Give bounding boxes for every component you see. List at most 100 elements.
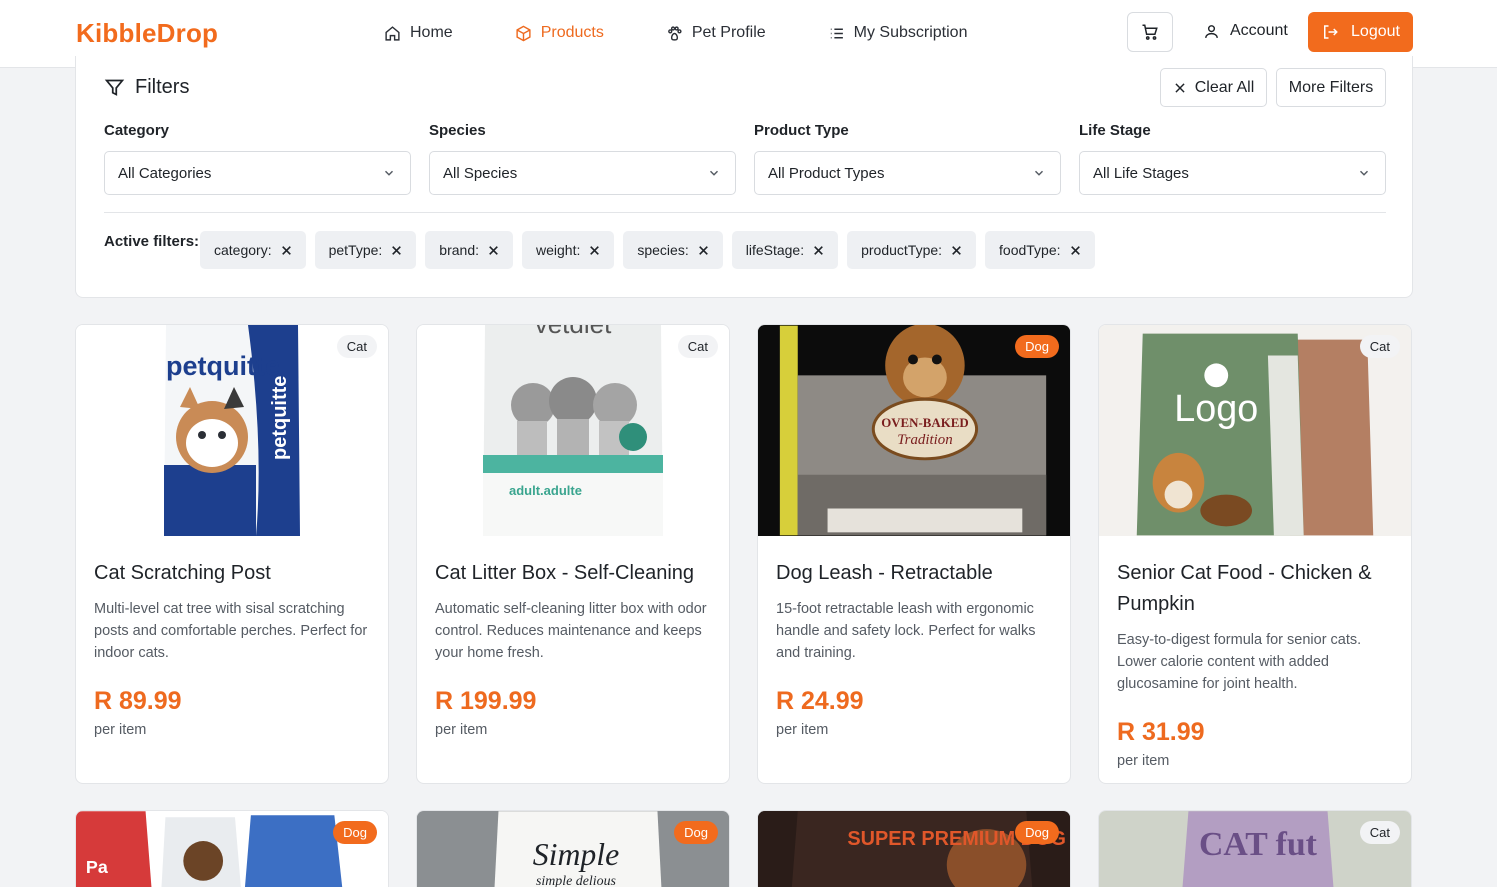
filter-chip[interactable]: productType: [847,231,977,269]
product-title[interactable]: Cat Scratching Post [94,558,370,589]
product-description: 15-foot retractable leash with ergonomic… [776,601,1036,661]
product-image[interactable]: Cat vetdiet adult.adulte [417,325,729,536]
product-card[interactable]: Dog Simple simple delious [416,810,730,887]
logout-label: Logout [1351,23,1400,40]
species-badge: Dog [1015,335,1059,358]
product-image-text: Pa [86,857,109,877]
product-card[interactable]: Dog OVEN-BAKED Tradition Dog Leash - Ret… [757,324,1071,784]
chip-label: weight: [536,242,581,258]
remove-chip-icon[interactable] [1069,244,1082,257]
nav-home[interactable]: Home [384,24,453,42]
product-image-text: OVEN-BAKED [881,415,968,430]
species-value: All Species [443,164,518,182]
logout-icon [1324,25,1338,39]
product-card[interactable]: Cat CAT fut [1098,810,1412,887]
chip-label: lifeStage: [745,242,805,258]
account-label: Account [1230,22,1288,39]
species-label: Species [429,122,486,139]
product-image[interactable]: Cat Logo [1099,325,1411,536]
product-bag-image: Logo [1099,325,1411,536]
nav-products[interactable]: Products [515,24,604,42]
product-image[interactable]: Cat petquitte petquitte [76,325,388,536]
filter-chip[interactable]: petType: [314,231,417,269]
nav-subscription-label: My Subscription [853,24,968,41]
nav-pet-profile[interactable]: Pet Profile [666,24,766,42]
life-stage-select[interactable]: All Life Stages [1079,151,1386,195]
remove-chip-icon[interactable] [487,244,500,257]
cart-button[interactable] [1127,12,1173,52]
product-card[interactable]: Dog SUPER PREMIUM DOG FOOD [757,810,1071,887]
product-image[interactable]: Cat CAT fut [1099,811,1411,887]
product-image[interactable]: Dog Simple simple delious [417,811,729,887]
remove-chip-icon[interactable] [812,244,825,257]
filter-chip[interactable]: species: [623,231,723,269]
category-label: Category [104,122,170,139]
list-icon [830,28,843,38]
nav-home-label: Home [410,24,453,41]
remove-chip-icon[interactable] [588,244,601,257]
product-image-text: CAT fut [1199,826,1318,863]
product-image[interactable]: Dog OVEN-BAKED Tradition [758,325,1070,536]
more-filters-label: More Filters [1288,78,1374,96]
product-description: Automatic self-cleaning litter box with … [435,601,707,661]
category-value: All Categories [118,164,212,182]
price-unit: per item [94,722,147,738]
price-unit: per item [435,722,488,738]
product-type-select[interactable]: All Product Types [754,151,1061,195]
home-icon [385,25,400,41]
product-title[interactable]: Senior Cat Food - Chicken & Pumpkin [1117,558,1393,620]
filter-chip[interactable]: brand: [425,231,513,269]
product-card[interactable]: Cat vetdiet adult.adulte Cat Litter Box … [416,324,730,784]
filter-chip[interactable]: lifeStage: [731,231,839,269]
logout-button[interactable]: Logout [1308,12,1413,52]
close-icon [1175,82,1185,93]
product-image-text: vetdiet [535,325,612,339]
account-link[interactable]: Account [1203,22,1288,40]
remove-chip-icon[interactable] [280,244,293,257]
product-description: Easy-to-digest formula for senior cats. … [1117,632,1362,692]
product-description: Multi-level cat tree with sisal scratchi… [94,601,368,661]
filter-chip[interactable]: category: [200,231,306,269]
more-filters-button[interactable]: More Filters [1276,68,1386,107]
chip-label: petType: [328,242,383,258]
filter-chip[interactable]: foodType: [985,231,1095,269]
product-image-text-sub: simple delious [536,874,616,887]
remove-chip-icon[interactable] [390,244,403,257]
product-image-text-sub: Tradition [897,432,952,448]
brand-logo[interactable]: KibbleDrop [76,18,218,49]
clear-all-button[interactable]: Clear All [1160,68,1267,107]
active-filters-label: Active filters: [104,233,200,250]
package-icon [516,25,531,41]
category-select[interactable]: All Categories [104,151,411,195]
product-price: R 199.99 [435,687,537,715]
remove-chip-icon[interactable] [697,244,710,257]
chevron-down-icon [1034,170,1044,176]
chip-label: species: [637,242,689,258]
product-price: R 31.99 [1117,718,1205,746]
nav-pet-profile-label: Pet Profile [691,24,766,41]
product-image[interactable]: Dog SUPER PREMIUM DOG FOOD [758,811,1070,887]
species-select[interactable]: All Species [429,151,736,195]
nav-subscription[interactable]: My Subscription [828,24,968,42]
product-card[interactable]: Cat Logo Senior Cat Food - Chicken & Pum… [1098,324,1412,784]
product-type-value: All Product Types [768,164,885,182]
species-badge: Cat [336,335,377,358]
chevron-down-icon [709,170,719,176]
filter-chip[interactable]: weight: [522,231,615,269]
product-image-text-side: petquitte [269,376,291,460]
filters-divider [104,212,1386,213]
product-title[interactable]: Cat Litter Box - Self-Cleaning [435,558,711,589]
filters-panel: Filters Clear All More Filters Category … [75,56,1413,298]
chevron-down-icon [1359,170,1369,176]
product-image-text-sub: adult.adulte [509,483,582,498]
product-card[interactable]: Cat petquitte petquitte Cat Scratching P… [75,324,389,784]
active-filter-chips: category: petType: brand: weight: specie… [200,231,1095,269]
chip-label: productType: [861,242,943,258]
product-image-text: Logo [1174,387,1258,429]
remove-chip-icon[interactable] [950,244,963,257]
product-title[interactable]: Dog Leash - Retractable [776,558,1052,589]
user-icon [1205,24,1218,38]
product-image[interactable]: Dog Pa [76,811,388,887]
product-card[interactable]: Dog Pa [75,810,389,887]
chevron-down-icon [384,170,394,176]
